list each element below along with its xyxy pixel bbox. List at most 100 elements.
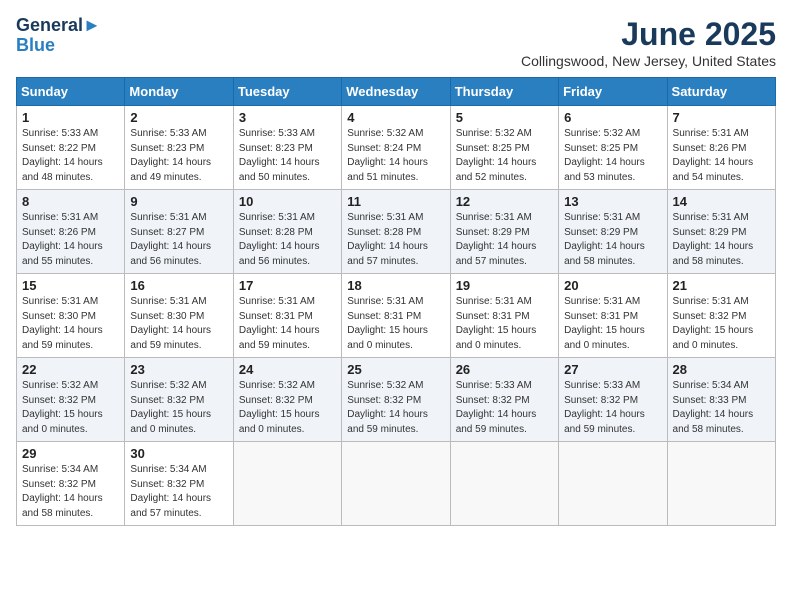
calendar-cell: 7Sunrise: 5:31 AM Sunset: 8:26 PM Daylig… [667,106,775,190]
logo-text: General► [16,16,101,36]
weekday-header-thursday: Thursday [450,78,558,106]
calendar-cell: 26 Sunrise: 5:33 AM Sunset: 8:32 PM Dayli… [450,358,558,442]
calendar-week-row: 1 Sunrise: 5:33 AM Sunset: 8:22 PM Daylig… [17,106,776,190]
day-number: 18 [347,278,444,293]
calendar-cell: 15 Sunrise: 5:31 AM Sunset: 8:30 PM Dayli… [17,274,125,358]
day-info: Sunrise: 5:32 AM Sunset: 8:25 PM Dayligh… [456,127,553,185]
day-number: 22 [22,362,119,377]
calendar-cell: 14Sunrise: 5:31 AM Sunset: 8:29 PM Dayli… [667,190,775,274]
day-number: 1 [22,110,119,125]
day-info: Sunrise: 5:33 AM Sunset: 8:22 PM Dayligh… [22,127,119,185]
calendar-body: 1 Sunrise: 5:33 AM Sunset: 8:22 PM Daylig… [17,106,776,526]
calendar-week-row: 8Sunrise: 5:31 AM Sunset: 8:26 PM Daylig… [17,190,776,274]
day-number: 17 [239,278,336,293]
day-info: Sunrise: 5:32 AM Sunset: 8:25 PM Dayligh… [564,127,661,185]
calendar-week-row: 22 Sunrise: 5:32 AM Sunset: 8:32 PM Dayli… [17,358,776,442]
calendar-cell: 25 Sunrise: 5:32 AM Sunset: 8:32 PM Dayli… [342,358,450,442]
day-number: 5 [456,110,553,125]
calendar-cell: 8Sunrise: 5:31 AM Sunset: 8:26 PM Daylig… [17,190,125,274]
day-info: Sunrise: 5:33 AM Sunset: 8:32 PM Dayligh… [456,379,553,437]
day-info: Sunrise: 5:33 AM Sunset: 8:23 PM Dayligh… [239,127,336,185]
weekday-header-friday: Friday [559,78,667,106]
day-info: Sunrise: 5:31 AM Sunset: 8:32 PM Dayligh… [673,295,770,353]
day-number: 7 [673,110,770,125]
calendar-week-row: 15 Sunrise: 5:31 AM Sunset: 8:30 PM Dayli… [17,274,776,358]
day-number: 8 [22,194,119,209]
weekday-header-monday: Monday [125,78,233,106]
day-number: 11 [347,194,444,209]
day-info: Sunrise: 5:32 AM Sunset: 8:32 PM Dayligh… [347,379,444,437]
calendar-cell [450,442,558,526]
logo: General► Blue [16,16,101,56]
calendar-cell: 6Sunrise: 5:32 AM Sunset: 8:25 PM Daylig… [559,106,667,190]
day-info: Sunrise: 5:32 AM Sunset: 8:32 PM Dayligh… [239,379,336,437]
day-info: Sunrise: 5:34 AM Sunset: 8:32 PM Dayligh… [130,463,227,521]
calendar-cell: 12Sunrise: 5:31 AM Sunset: 8:29 PM Dayli… [450,190,558,274]
day-info: Sunrise: 5:32 AM Sunset: 8:32 PM Dayligh… [130,379,227,437]
calendar-cell: 3 Sunrise: 5:33 AM Sunset: 8:23 PM Daylig… [233,106,341,190]
day-info: Sunrise: 5:34 AM Sunset: 8:33 PM Dayligh… [673,379,770,437]
day-number: 2 [130,110,227,125]
day-number: 21 [673,278,770,293]
day-number: 26 [456,362,553,377]
day-number: 29 [22,446,119,461]
month-title: June 2025 [521,16,776,53]
calendar-cell: 21 Sunrise: 5:31 AM Sunset: 8:32 PM Dayli… [667,274,775,358]
calendar-cell: 17Sunrise: 5:31 AM Sunset: 8:31 PM Dayli… [233,274,341,358]
day-number: 20 [564,278,661,293]
day-number: 28 [673,362,770,377]
calendar-cell: 22 Sunrise: 5:32 AM Sunset: 8:32 PM Dayli… [17,358,125,442]
calendar-cell: 10 Sunrise: 5:31 AM Sunset: 8:28 PM Dayli… [233,190,341,274]
calendar-cell: 18Sunrise: 5:31 AM Sunset: 8:31 PM Dayli… [342,274,450,358]
day-number: 25 [347,362,444,377]
weekday-header-saturday: Saturday [667,78,775,106]
day-info: Sunrise: 5:31 AM Sunset: 8:29 PM Dayligh… [673,211,770,269]
calendar-cell [233,442,341,526]
calendar-cell: 13 Sunrise: 5:31 AM Sunset: 8:29 PM Dayli… [559,190,667,274]
day-number: 24 [239,362,336,377]
calendar-cell: 1 Sunrise: 5:33 AM Sunset: 8:22 PM Daylig… [17,106,125,190]
day-number: 19 [456,278,553,293]
day-number: 13 [564,194,661,209]
day-info: Sunrise: 5:31 AM Sunset: 8:31 PM Dayligh… [456,295,553,353]
day-info: Sunrise: 5:31 AM Sunset: 8:28 PM Dayligh… [347,211,444,269]
calendar-cell: 28 Sunrise: 5:34 AM Sunset: 8:33 PM Dayli… [667,358,775,442]
day-info: Sunrise: 5:32 AM Sunset: 8:24 PM Dayligh… [347,127,444,185]
day-info: Sunrise: 5:34 AM Sunset: 8:32 PM Dayligh… [22,463,119,521]
day-info: Sunrise: 5:31 AM Sunset: 8:30 PM Dayligh… [22,295,119,353]
day-info: Sunrise: 5:31 AM Sunset: 8:27 PM Dayligh… [130,211,227,269]
day-info: Sunrise: 5:33 AM Sunset: 8:23 PM Dayligh… [130,127,227,185]
calendar-cell [559,442,667,526]
logo-line2: Blue [16,36,55,56]
calendar-cell: 20Sunrise: 5:31 AM Sunset: 8:31 PM Dayli… [559,274,667,358]
day-number: 23 [130,362,227,377]
day-info: Sunrise: 5:31 AM Sunset: 8:28 PM Dayligh… [239,211,336,269]
calendar-cell: 5 Sunrise: 5:32 AM Sunset: 8:25 PM Daylig… [450,106,558,190]
day-number: 15 [22,278,119,293]
day-number: 3 [239,110,336,125]
calendar-cell: 30Sunrise: 5:34 AM Sunset: 8:32 PM Dayli… [125,442,233,526]
day-info: Sunrise: 5:33 AM Sunset: 8:32 PM Dayligh… [564,379,661,437]
title-block: June 2025 Collingswood, New Jersey, Unit… [521,16,776,69]
day-info: Sunrise: 5:32 AM Sunset: 8:32 PM Dayligh… [22,379,119,437]
calendar-cell: 24 Sunrise: 5:32 AM Sunset: 8:32 PM Dayli… [233,358,341,442]
calendar-cell: 23 Sunrise: 5:32 AM Sunset: 8:32 PM Dayli… [125,358,233,442]
page-header: General► Blue June 2025 Collingswood, Ne… [16,16,776,69]
calendar-table: SundayMondayTuesdayWednesdayThursdayFrid… [16,77,776,526]
calendar-cell: 27Sunrise: 5:33 AM Sunset: 8:32 PM Dayli… [559,358,667,442]
weekday-header-sunday: Sunday [17,78,125,106]
calendar-cell [667,442,775,526]
calendar-cell: 29 Sunrise: 5:34 AM Sunset: 8:32 PM Dayli… [17,442,125,526]
calendar-cell: 9 Sunrise: 5:31 AM Sunset: 8:27 PM Daylig… [125,190,233,274]
day-info: Sunrise: 5:31 AM Sunset: 8:29 PM Dayligh… [564,211,661,269]
day-info: Sunrise: 5:31 AM Sunset: 8:29 PM Dayligh… [456,211,553,269]
calendar-week-row: 29 Sunrise: 5:34 AM Sunset: 8:32 PM Dayli… [17,442,776,526]
weekday-header-tuesday: Tuesday [233,78,341,106]
calendar-cell: 11 Sunrise: 5:31 AM Sunset: 8:28 PM Dayli… [342,190,450,274]
day-number: 9 [130,194,227,209]
location-title: Collingswood, New Jersey, United States [521,53,776,69]
day-number: 16 [130,278,227,293]
calendar-cell: 16Sunrise: 5:31 AM Sunset: 8:30 PM Dayli… [125,274,233,358]
day-number: 10 [239,194,336,209]
weekday-header-wednesday: Wednesday [342,78,450,106]
